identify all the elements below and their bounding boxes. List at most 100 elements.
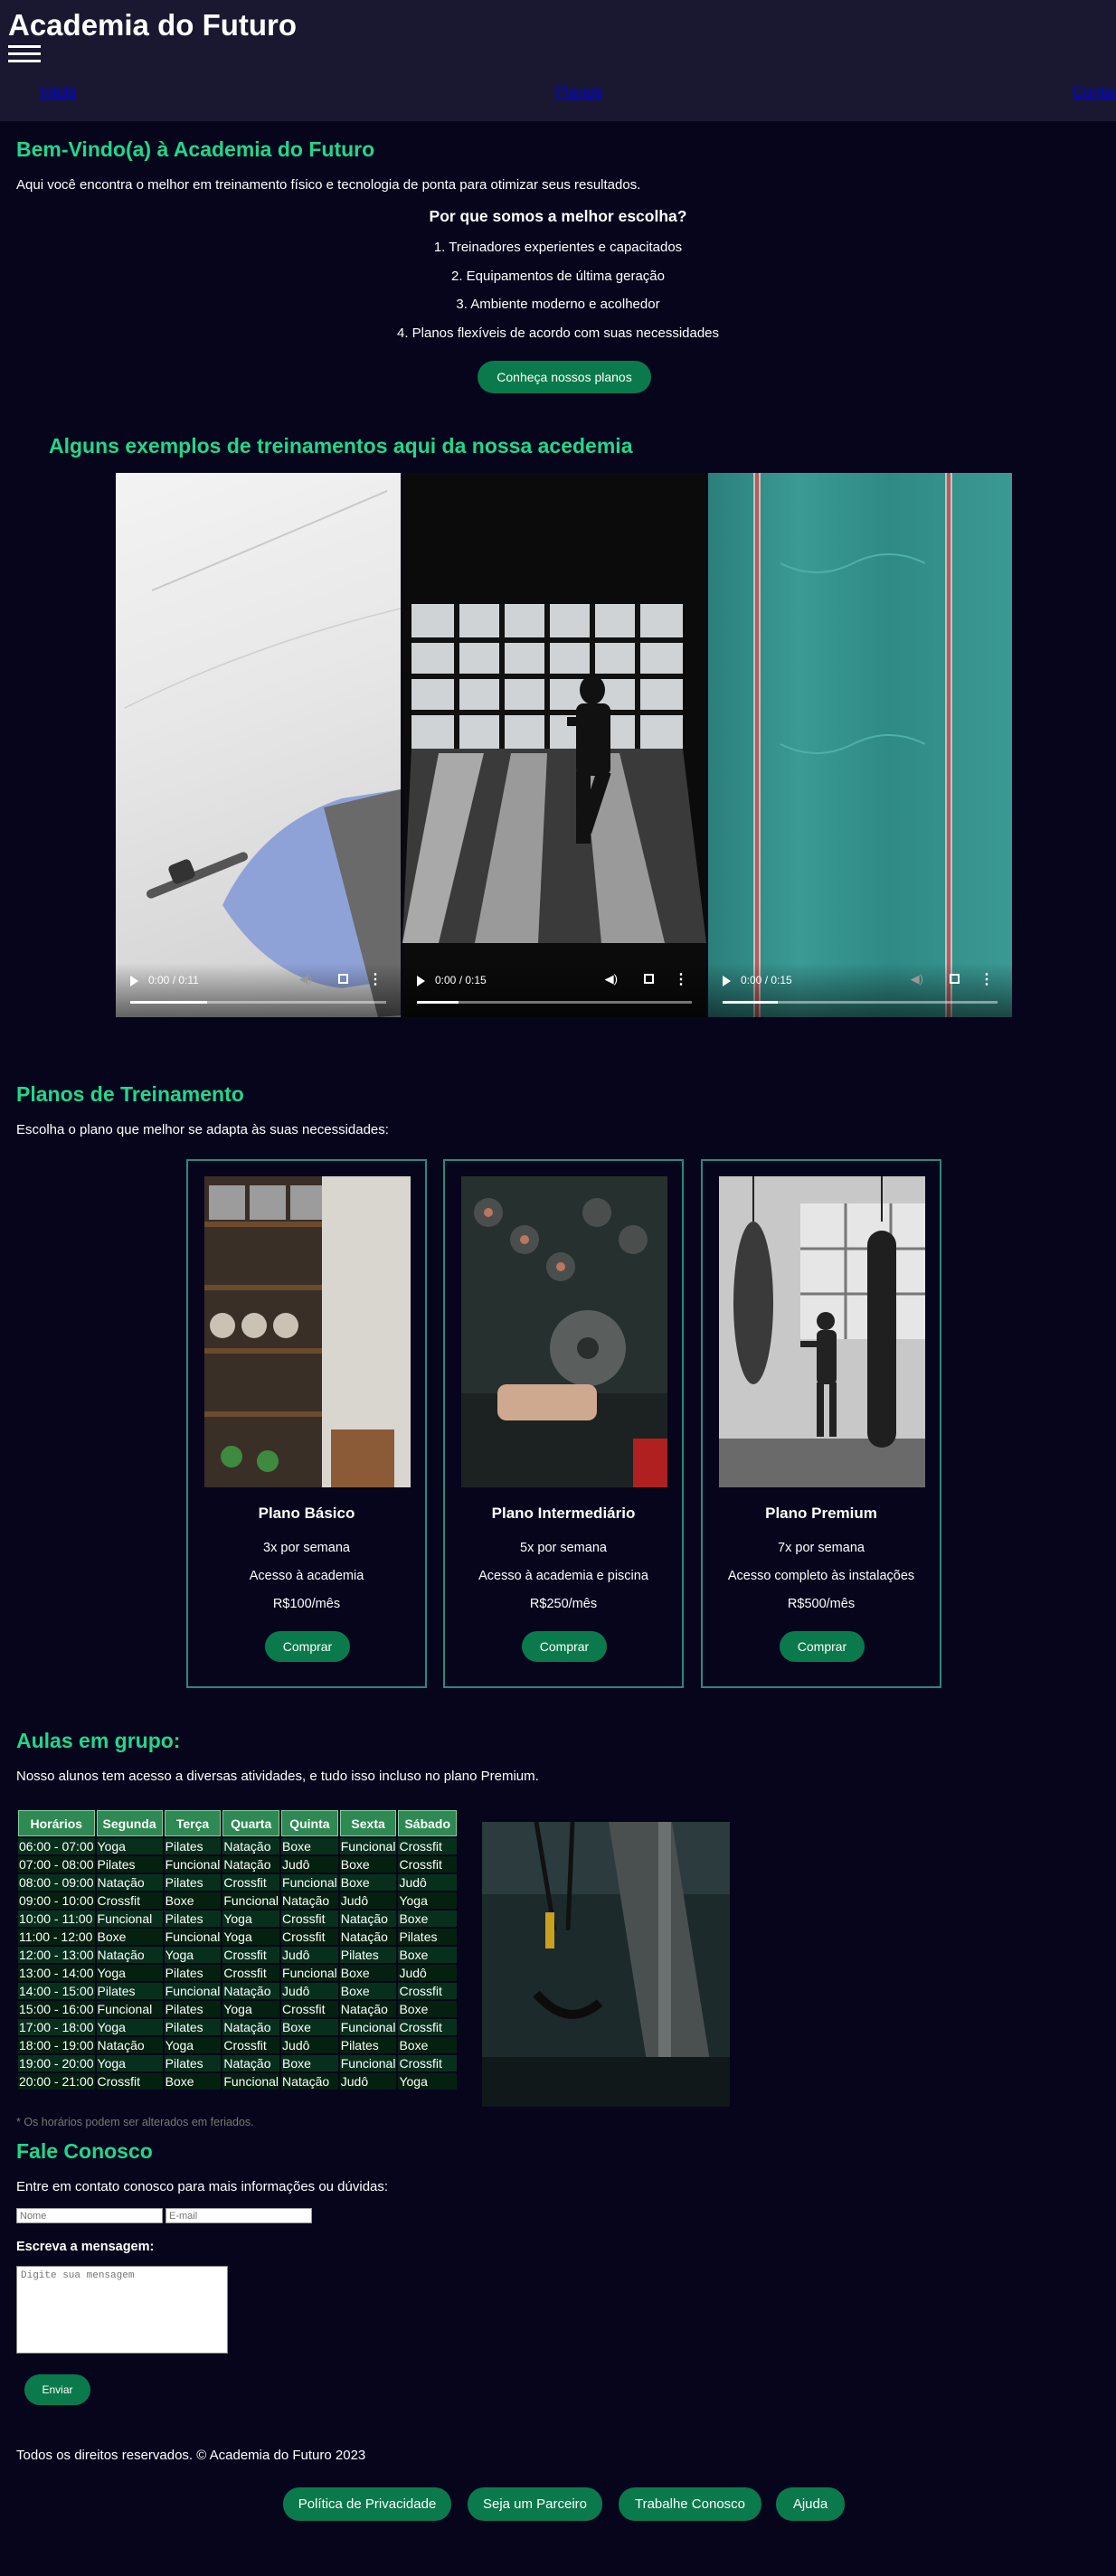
schedule-cell: Yoga	[398, 1892, 458, 1909]
video-progress[interactable]	[417, 1001, 692, 1004]
schedule-cell: Crossfit	[222, 2037, 280, 2053]
buy-button[interactable]: Comprar	[265, 1631, 350, 1662]
schedule-cell: Judô	[339, 1892, 397, 1909]
name-input[interactable]	[16, 2208, 163, 2223]
plan-name: Plano Premium	[765, 1505, 877, 1522]
send-button[interactable]: Enviar	[24, 2374, 90, 2405]
schedule-header-cell: Sexta	[339, 1810, 397, 1836]
schedule-cell: Judô	[281, 2037, 338, 2053]
schedule-cell: Funcional	[164, 1856, 222, 1873]
schedule-cell: Funcional	[222, 2073, 280, 2090]
schedule-cell: Natação	[222, 1856, 280, 1873]
hamburger-menu-icon[interactable]	[8, 45, 41, 63]
partner-link[interactable]: Seja um Parceiro	[468, 2487, 602, 2521]
help-link[interactable]: Ajuda	[776, 2487, 845, 2521]
fullscreen-icon[interactable]	[338, 974, 348, 984]
reason-item: 3. Ambiente moderno e acolhedor	[456, 297, 660, 312]
reason-item: 4. Planos flexíveis de acordo com suas n…	[396, 326, 720, 341]
schedule-cell: Funcional	[281, 1874, 338, 1891]
play-icon[interactable]	[417, 976, 425, 986]
fullscreen-icon[interactable]	[644, 974, 654, 984]
schedule-row: 07:00 - 08:00 Pilates Funcional Natação Judô…	[18, 1856, 458, 1873]
buy-button[interactable]: Comprar	[522, 1631, 607, 1662]
schedule-note: * Os horários podem ser alterados em fer…	[16, 2116, 254, 2128]
email-input[interactable]	[166, 2208, 312, 2223]
schedule-cell: 12:00 - 13:00	[18, 1947, 95, 1963]
more-options-icon[interactable]: ⋮	[368, 970, 383, 988]
schedule-header-cell: Sábado	[398, 1810, 458, 1836]
volume-icon[interactable]: ◀)	[299, 972, 312, 986]
schedule-cell: 15:00 - 16:00	[18, 2001, 95, 2017]
video-time: 0:00 / 0:15	[741, 974, 792, 986]
schedule-cell: Crossfit	[96, 2073, 163, 2090]
training-video-1[interactable]: 0:00 / 0:11 ◀) ⋮	[116, 473, 401, 1017]
videos-title: Alguns exemplos de treinamentos aqui da …	[49, 434, 633, 458]
nav-link-contato[interactable]: Contato	[1073, 83, 1116, 101]
schedule-cell: 08:00 - 09:00	[18, 1874, 95, 1891]
schedule-cell: Yoga	[164, 2037, 222, 2053]
plan-name: Plano Básico	[258, 1505, 355, 1522]
volume-icon[interactable]: ◀)	[605, 972, 618, 986]
video-thumbnail	[124, 490, 401, 1017]
schedule-cell: Funcional	[339, 1838, 397, 1854]
schedule-cell: Crossfit	[222, 1947, 280, 1963]
plan-card-intermediate: Plano Intermediário 5x por semana Acesso…	[443, 1159, 684, 1688]
schedule-cell: 13:00 - 14:00	[18, 1965, 95, 1981]
schedule-cell: 09:00 - 10:00	[18, 1892, 95, 1909]
schedule-cell: Natação	[339, 1929, 397, 1945]
plan-name: Plano Intermediário	[491, 1505, 636, 1522]
schedule-row: 11:00 - 12:00 Boxe Funcional Yoga Crossfit Na…	[18, 1929, 458, 1945]
schedule-cell: Pilates	[164, 2055, 222, 2071]
gym-equipment-image	[482, 1822, 730, 2107]
video-progress[interactable]	[130, 1001, 386, 1004]
fullscreen-icon[interactable]	[950, 974, 960, 984]
schedule-cell: Pilates	[398, 1929, 458, 1945]
schedule-cell: Pilates	[164, 1965, 222, 1981]
video-time: 0:00 / 0:11	[148, 974, 199, 986]
reason-item: 1. Treinadores experientes e capacitados	[433, 240, 683, 255]
play-icon[interactable]	[130, 976, 138, 986]
schedule-cell: Crossfit	[398, 2055, 458, 2071]
schedule-header-cell: Horários	[18, 1810, 95, 1836]
careers-link[interactable]: Trabalhe Conosco	[619, 2487, 761, 2521]
classes-title: Aulas em grupo:	[16, 1729, 181, 1752]
schedule-row: 18:00 - 19:00 Natação Yoga Crossfit Judô Pila…	[18, 2037, 458, 2053]
schedule-cell: Funcional	[281, 1965, 338, 1981]
privacy-policy-link[interactable]: Política de Privacidade	[283, 2487, 451, 2521]
classes-subtitle: Nosso alunos tem acesso a diversas ativi…	[16, 1769, 539, 1784]
schedule-cell: Pilates	[164, 1874, 222, 1891]
plan-image	[204, 1176, 411, 1487]
video-progress[interactable]	[723, 1001, 998, 1004]
nav-link-planos[interactable]: Planos	[555, 83, 602, 101]
see-plans-button[interactable]: Conheça nossos planos	[478, 361, 651, 393]
schedule-cell: Pilates	[339, 2037, 397, 2053]
schedule-cell: Boxe	[96, 1929, 163, 1945]
schedule-cell: 17:00 - 18:00	[18, 2019, 95, 2035]
schedule-cell: 19:00 - 20:00	[18, 2055, 95, 2071]
schedule-cell: Pilates	[164, 2001, 222, 2017]
schedule-row: 13:00 - 14:00 Yoga Pilates Crossfit Funciona…	[18, 1965, 458, 1981]
schedule-cell: Crossfit	[222, 1874, 280, 1891]
schedule-cell: Boxe	[164, 2073, 222, 2090]
schedule-table: Horários Segunda Terça Quarta Quinta Sexta Sáb…	[16, 1808, 459, 2091]
more-options-icon[interactable]: ⋮	[979, 970, 994, 988]
plans-title: Planos de Treinamento	[16, 1082, 244, 1106]
training-video-3[interactable]: 0:00 / 0:15 ◀) ⋮	[708, 473, 1012, 1017]
training-video-2[interactable]: 0:00 / 0:15 ◀) ⋮	[402, 473, 706, 1017]
schedule-cell: 18:00 - 19:00	[18, 2037, 95, 2053]
site-title: Academia do Futuro	[8, 8, 298, 42]
schedule-cell: Natação	[222, 2055, 280, 2071]
schedule-cell: 07:00 - 08:00	[18, 1856, 95, 1873]
volume-icon[interactable]: ◀)	[911, 972, 923, 986]
schedule-row: 19:00 - 20:00 Yoga Pilates Natação Boxe Funci…	[18, 2055, 458, 2071]
schedule-cell: Judô	[339, 2073, 397, 2090]
schedule-row: 20:00 - 21:00 Crossfit Boxe Funcional Nataçã…	[18, 2073, 458, 2090]
schedule-cell: Crossfit	[398, 1856, 458, 1873]
nav-link-inicio[interactable]: Início	[40, 83, 77, 101]
message-label: Escreva a mensagem:	[16, 2240, 155, 2254]
message-textarea[interactable]	[16, 2266, 228, 2354]
plan-price: R$250/mês	[529, 1597, 598, 1611]
more-options-icon[interactable]: ⋮	[674, 970, 688, 988]
play-icon[interactable]	[723, 976, 731, 986]
buy-button[interactable]: Comprar	[780, 1631, 865, 1662]
